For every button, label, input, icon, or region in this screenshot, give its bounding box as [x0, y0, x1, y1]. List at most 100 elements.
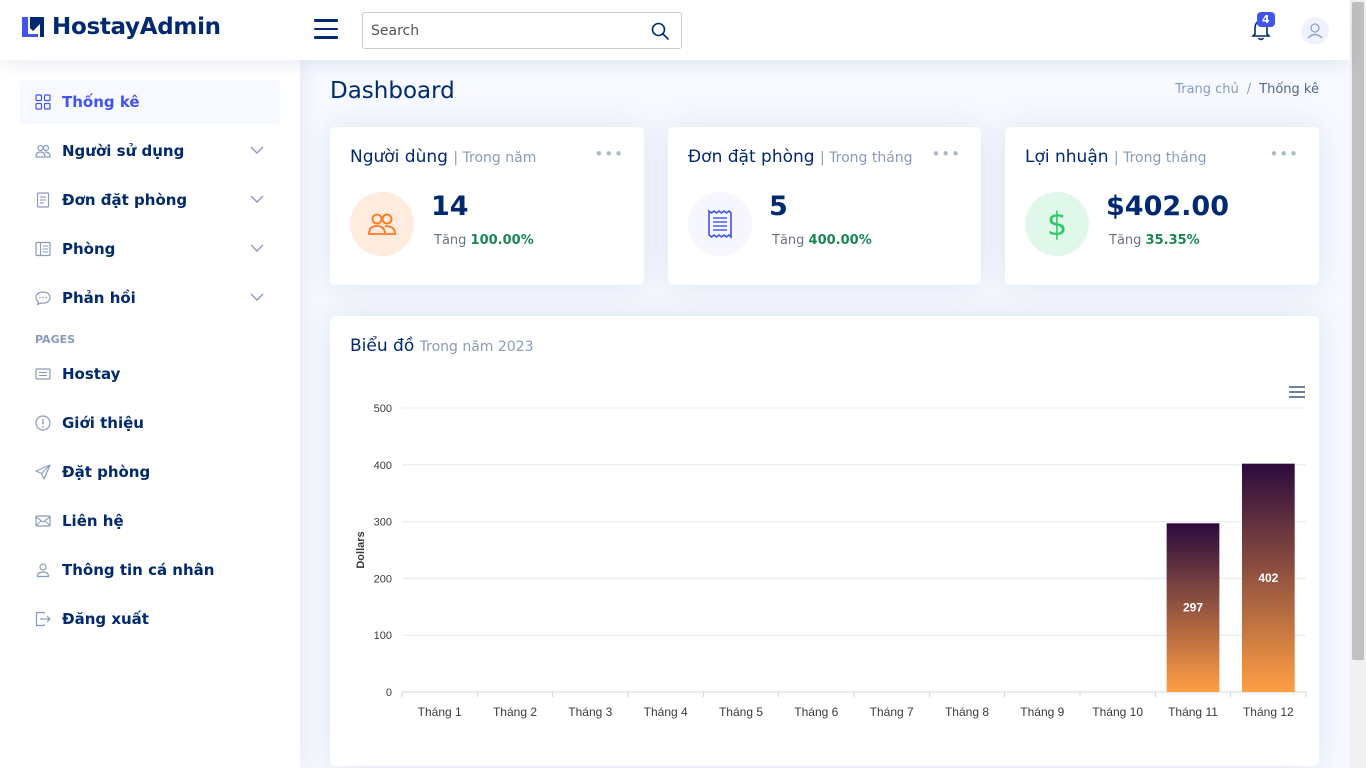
bar-data-label: 297 [1183, 601, 1203, 615]
card-subtitle: Trong năm 2023 [419, 339, 534, 355]
stat-value: $402.00 [1106, 191, 1229, 222]
notification-badge: 4 [1257, 12, 1275, 27]
scrollbar[interactable] [1350, 0, 1366, 768]
sidebar-item-thong-tin-ca-nhan[interactable]: Thông tin cá nhân [20, 548, 280, 592]
chevron-down-icon [250, 293, 264, 301]
card-icon [35, 368, 51, 380]
sidebar-item-dat-phong[interactable]: Đặt phòng [20, 450, 280, 494]
page-title: Dashboard [330, 78, 455, 104]
x-tick-label: Tháng 3 [568, 705, 612, 719]
card-menu-icon[interactable]: ••• [931, 145, 961, 163]
card-title-text: Đơn đặt phòng [688, 147, 815, 167]
search-icon[interactable] [651, 22, 669, 40]
receipt-icon [36, 192, 50, 208]
sidebar-item-label: Đăng xuất [62, 610, 149, 628]
y-tick-label: 500 [374, 403, 392, 415]
scrollbar-thumb[interactable] [1352, 2, 1364, 660]
sidebar-item-label: Liên hệ [62, 512, 124, 530]
stat-value: 5 [769, 191, 788, 222]
stat-change-label: Tăng [434, 233, 467, 248]
card-title: Đơn đặt phòng | Trong tháng [688, 147, 913, 167]
sidebar-item-label: Thông tin cá nhân [62, 561, 215, 579]
card-subtitle: | Trong tháng [1113, 150, 1207, 166]
y-tick-label: 0 [386, 687, 392, 699]
sidebar-item-thong-ke[interactable]: Thống kê [20, 80, 280, 124]
sidebar-item-label: Phản hồi [62, 289, 136, 307]
sidebar-item-label: Hostay [62, 365, 121, 383]
chevron-down-icon [250, 146, 264, 154]
card-title-text: Người dùng [350, 147, 448, 167]
sidebar-item-label: Đặt phòng [62, 463, 151, 481]
sidebar-item-lien-he[interactable]: Liên hệ [20, 499, 280, 543]
x-tick-label: Tháng 11 [1168, 705, 1218, 719]
card-title: Lợi nhuận | Trong tháng [1025, 147, 1207, 167]
layout-icon [35, 241, 51, 257]
stat-change: Tăng 400.00% [772, 233, 872, 248]
stat-value: 14 [431, 191, 469, 222]
sidebar-item-label: Phòng [62, 240, 116, 258]
logo-icon [22, 17, 44, 37]
main-content: Dashboard Trang chủ / Thống kê Người dùn… [300, 60, 1350, 768]
app-name: HostayAdmin [52, 14, 221, 40]
stat-change: Tăng 35.35% [1109, 233, 1200, 248]
grid-icon [35, 94, 51, 110]
sidebar-item-hostay[interactable]: Hostay [20, 352, 280, 396]
sidebar-item-label: Giới thiệu [62, 414, 144, 432]
stat-change-percent: 100.00% [470, 233, 534, 248]
card-subtitle: | Trong tháng [819, 150, 913, 166]
search-bar [362, 12, 682, 49]
x-tick-label: Tháng 5 [719, 705, 763, 719]
x-tick-label: Tháng 12 [1243, 705, 1294, 719]
info-icon [35, 415, 51, 431]
card-menu-icon[interactable]: ••• [594, 145, 624, 163]
y-tick-label: 300 [374, 517, 392, 529]
sidebar-item-label: Thống kê [62, 93, 140, 111]
stat-change: Tăng 100.00% [434, 233, 534, 248]
card-menu-icon[interactable]: ••• [1269, 145, 1299, 163]
sidebar-item-phan-hoi[interactable]: Phản hồi [20, 276, 280, 320]
bar-chart: 0 100 200 300 400 500 Dollars Tháng 1 Tháng 2 Thá… [355, 403, 1307, 719]
card-title-text: Biểu đồ [350, 336, 415, 356]
stat-change-label: Tăng [1109, 233, 1142, 248]
card-title: Biểu đồ Trong năm 2023 [350, 336, 534, 356]
bookings-card: Đơn đặt phòng | Trong tháng ••• 5 Tăng 4… [668, 127, 981, 285]
x-tick-label: Tháng 10 [1092, 705, 1143, 719]
sidebar-item-dang-xuat[interactable]: Đăng xuất [20, 597, 280, 641]
stat-icon-wrapper: $ [1025, 192, 1089, 256]
y-tick-label: 100 [374, 630, 392, 642]
y-axis-label: Dollars [355, 531, 367, 568]
sidebar-item-don-dat-phong[interactable]: Đơn đặt phòng [20, 178, 280, 222]
stat-change-label: Tăng [772, 233, 805, 248]
profit-card: Lợi nhuận | Trong tháng ••• $ $402.00 Tă… [1005, 127, 1319, 285]
bar-data-label: 402 [1258, 571, 1278, 585]
x-tick-label: Tháng 2 [493, 705, 537, 719]
person-icon [36, 563, 50, 578]
x-tick-label: Tháng 1 [418, 705, 462, 719]
people-icon [368, 213, 396, 235]
card-title: Người dùng | Trong năm [350, 147, 536, 167]
sidebar-item-gioi-thieu[interactable]: Giới thiệu [20, 401, 280, 445]
sidebar: Thống kê Người sử dụng Đơn đặt phòng Phò… [0, 60, 300, 768]
chevron-down-icon [250, 195, 264, 203]
logo[interactable]: HostayAdmin [20, 14, 221, 40]
sidebar-item-label: Đơn đặt phòng [62, 191, 188, 209]
sidebar-item-nguoi-su-dung[interactable]: Người sử dụng [20, 129, 280, 173]
menu-toggle-icon[interactable] [314, 19, 338, 39]
x-tick-label: Tháng 9 [1020, 705, 1064, 719]
avatar[interactable] [1301, 17, 1329, 45]
user-avatar-icon [1307, 23, 1323, 39]
breadcrumb-home-link[interactable]: Trang chủ [1175, 82, 1239, 97]
x-tick-label: Tháng 4 [644, 705, 688, 719]
y-tick-label: 200 [374, 573, 392, 585]
people-icon [35, 144, 51, 158]
header: HostayAdmin 4 [0, 0, 1350, 60]
stat-change-percent: 35.35% [1145, 233, 1200, 248]
users-card: Người dùng | Trong năm ••• 14 Tăng 100.0… [330, 127, 644, 285]
chevron-down-icon [250, 244, 264, 252]
search-input[interactable] [363, 13, 633, 48]
sidebar-item-label: Người sử dụng [62, 142, 185, 160]
card-subtitle: | Trong năm [453, 150, 537, 166]
pages-heading: PAGES [35, 333, 76, 346]
breadcrumb-current: Thống kê [1259, 82, 1319, 97]
sidebar-item-phong[interactable]: Phòng [20, 227, 280, 271]
